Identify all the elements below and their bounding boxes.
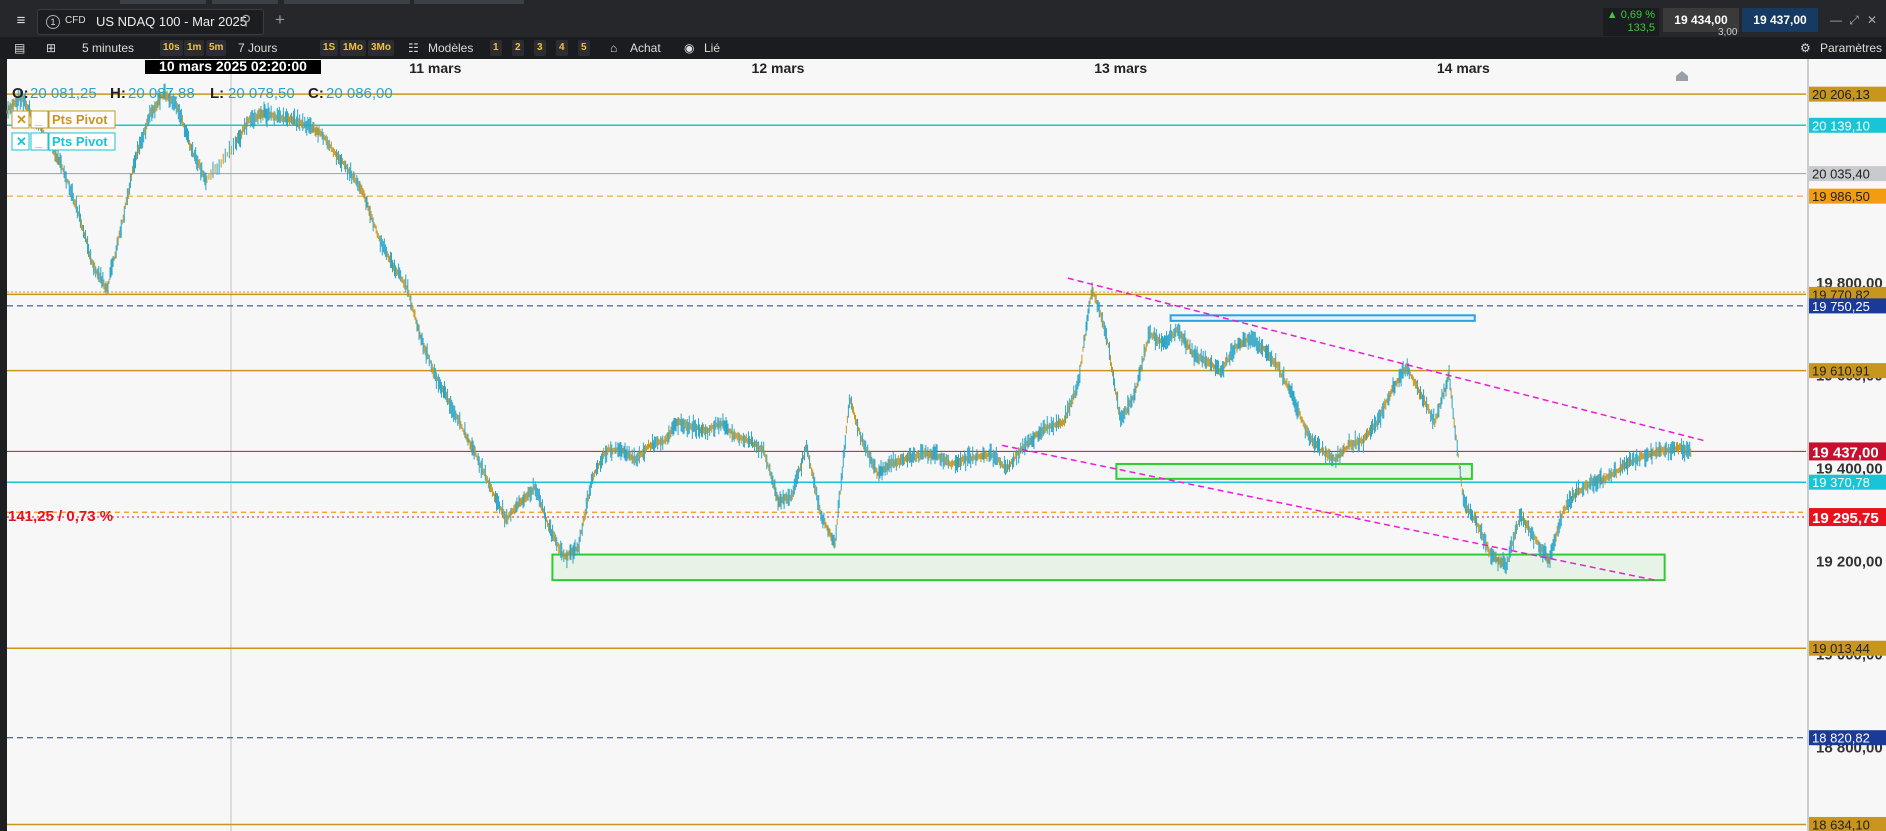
tab-stub[interactable] (212, 0, 278, 4)
change-percent: ▲ 0,69 % (1606, 9, 1655, 21)
tab-stub[interactable] (414, 0, 524, 4)
maximize-icon[interactable]: ⤢ (1846, 12, 1862, 28)
instrument-title: US NDAQ 100 - Mar 2025 (96, 14, 248, 29)
achat-button[interactable]: Achat (630, 40, 661, 56)
crosshair-time-label: 10 mars 2025 02:20:00 (159, 59, 307, 74)
layout-5[interactable]: 5 (578, 40, 590, 56)
ohlc-key: L: (210, 85, 224, 102)
gear-icon[interactable]: ⚙ (1800, 40, 1811, 56)
panel-icon[interactable]: ▤ (14, 40, 25, 56)
layout-2[interactable]: 2 (512, 40, 524, 56)
price-label: 20 035,40 (1812, 167, 1870, 182)
cfd-badge: CFD (65, 15, 86, 26)
range-1mo[interactable]: 1Mo (340, 40, 366, 56)
ohlc-value: 20 081,25 (30, 85, 97, 102)
ask-price-button[interactable]: 19 437,00 (1742, 8, 1818, 32)
legend-label: Pts Pivot (52, 112, 108, 127)
price-label: 19 986,50 (1812, 189, 1870, 204)
timeframe-5m[interactable]: 5m (206, 40, 227, 56)
ohlc-key: H: (110, 85, 126, 102)
support-zone (1115, 462, 1473, 480)
close-icon[interactable]: ✕ (1864, 12, 1880, 28)
instrument-tab[interactable]: 1 CFD US NDAQ 100 - Mar 2025 ⚲ (37, 9, 264, 35)
price-label: 19 295,75 (1812, 510, 1879, 527)
tab-bar: ≡ 1 CFD US NDAQ 100 - Mar 2025 ⚲ + ▲ 0,6… (0, 0, 1886, 40)
x-axis-label: 12 mars (752, 60, 805, 76)
models-button[interactable]: Modèles (428, 40, 473, 56)
ohlc-value: 20 087,88 (128, 85, 195, 102)
tab-number: 1 (46, 15, 60, 29)
price-label: 19 750,25 (1812, 299, 1870, 314)
layout-4[interactable]: 4 (556, 40, 568, 56)
price-label: 20 139,10 (1812, 118, 1870, 133)
settings-button[interactable]: Paramètres (1820, 40, 1882, 56)
close-icon: ✕ (16, 112, 27, 127)
chart-left-edge (0, 59, 7, 831)
price-chart[interactable]: 11 mars 12 mars 13 mars 14 mars 19 800,0019… (0, 59, 1886, 831)
x-axis-label: 11 mars (409, 60, 461, 76)
price-label: 20 206,13 (1812, 87, 1870, 102)
search-icon[interactable]: ⚲ (241, 12, 251, 29)
chart-toolbar: ▤ ⊞ 5 minutes 10s 1m 5m 7 Jours 1S 1Mo 3… (0, 37, 1886, 59)
link-icon[interactable]: ◉ (684, 40, 694, 56)
tab-strip (0, 0, 1886, 5)
price-change-box: ▲ 0,69 % 133,5 (1603, 8, 1659, 36)
layout-grid-icon[interactable]: ⊞ (46, 40, 56, 56)
ohlc-key: O: (12, 85, 29, 102)
timeframe-1m[interactable]: 1m (184, 40, 205, 56)
range-1s[interactable]: 1S (320, 40, 339, 56)
ohlc-value: 20 078,50 (228, 85, 295, 102)
x-axis-label: 13 mars (1094, 60, 1147, 76)
price-label: 19 013,44 (1812, 641, 1870, 656)
close-icon: ✕ (16, 134, 27, 149)
price-label: 19 370,78 (1812, 475, 1870, 490)
layout-1[interactable]: 1 (490, 40, 502, 56)
chart-background (0, 59, 1886, 831)
price-label: 18 634,10 (1812, 817, 1870, 831)
add-tab-button[interactable]: + (270, 9, 290, 31)
legend-label: Pts Pivot (52, 134, 108, 149)
price-label: 19 437,00 (1812, 444, 1879, 461)
price-label: 19 610,91 (1812, 364, 1870, 379)
layout-3[interactable]: 3 (534, 40, 546, 56)
ohlc-key: C: (308, 85, 324, 102)
achat-icon[interactable]: ⌂ (610, 40, 617, 56)
range-select[interactable]: 7 Jours (238, 40, 277, 56)
minimize-icon: _ (34, 112, 43, 127)
price-label: 18 820,82 (1812, 731, 1870, 746)
ohlc-value: 20 086,00 (326, 85, 393, 102)
change-points: 133,5 (1627, 22, 1655, 34)
hamburger-menu-icon[interactable]: ≡ (8, 11, 34, 31)
models-icon[interactable]: ☷ (408, 40, 419, 56)
tab-stub[interactable] (284, 0, 410, 4)
change-label: 141,25 / 0,73 % (8, 508, 113, 525)
timeframe-select[interactable]: 5 minutes (82, 40, 134, 56)
range-3mo[interactable]: 3Mo (368, 40, 394, 56)
minimize-icon: _ (34, 134, 43, 149)
lie-button[interactable]: Lié (704, 40, 720, 56)
timeframe-10s[interactable]: 10s (160, 40, 183, 56)
minimize-icon[interactable]: — (1828, 12, 1844, 28)
y-axis-tick-label: 19 200,00 (1816, 554, 1883, 571)
x-axis-label: 14 mars (1437, 60, 1490, 76)
tab-stub[interactable] (120, 0, 206, 4)
